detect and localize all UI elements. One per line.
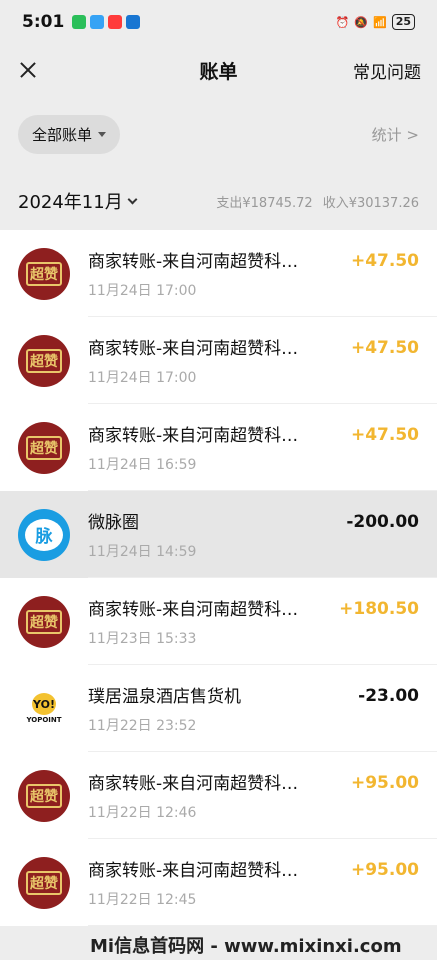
all-bills-label: 全部账单 (32, 125, 93, 144)
status-indicators: ⏰ 🔕 📶 25 (336, 14, 415, 30)
status-bar: 5:01 ⏰ 🔕 📶 25 (0, 0, 437, 44)
transaction-amount: +95.00 (350, 860, 419, 880)
transaction-row[interactable]: 脉微脉圈 11月24日 14:59 -200.00 (0, 491, 437, 578)
transaction-info: 商家转账-来自河南超赞科… 11月23日 15:33 (88, 595, 339, 648)
filter-row: 全部账单 统计 > (0, 96, 437, 172)
transaction-title: 商家转账-来自河南超赞科… (88, 600, 299, 620)
transaction-amount: +95.00 (350, 773, 419, 793)
top-nav: 账单 常见问题 (0, 44, 437, 96)
status-time: 5:01 (22, 12, 65, 32)
merchant-logo-icon: 超赞 (18, 334, 70, 387)
merchant-logo-icon: 超赞 (18, 595, 70, 648)
watermark: Mi信息首码网 - www.mixinxi.com (90, 936, 402, 957)
message-icon (90, 15, 105, 29)
transaction-amount: +180.50 (339, 599, 419, 619)
month-totals: 支出¥18745.72 收入¥30137.26 (216, 192, 419, 211)
transaction-time: 11月22日 12:45 (88, 892, 197, 908)
all-bills-filter[interactable]: 全部账单 (18, 114, 121, 154)
battery-indicator: 25 (391, 14, 415, 30)
expense-total: 支出¥18745.72 (216, 195, 313, 211)
transaction-time: 11月24日 14:59 (88, 544, 197, 560)
transaction-time: 11月22日 23:52 (88, 718, 197, 734)
alarm-icon: ⏰ (335, 15, 350, 29)
weimai-logo-icon: 脉 (18, 508, 70, 561)
transaction-info: 商家转账-来自河南超赞科… 11月24日 17:00 (88, 247, 351, 300)
transaction-title: 微脉圈 (88, 513, 139, 533)
row-divider (88, 925, 437, 926)
transaction-time: 11月22日 12:46 (88, 805, 197, 821)
transaction-amount: +47.50 (350, 338, 419, 358)
status-app-icons (72, 15, 141, 29)
month-label: 2024年11月 (18, 192, 123, 213)
transaction-time: 11月23日 15:33 (88, 631, 197, 647)
transaction-info: 商家转账-来自河南超赞科… 11月24日 16:59 (88, 421, 351, 474)
transaction-row[interactable]: 超赞 商家转账-来自河南超赞科… 11月22日 12:45 +95.00 (0, 839, 437, 926)
app-icon (108, 15, 123, 29)
transaction-title: 商家转账-来自河南超赞科… (88, 774, 299, 794)
chevron-down-icon (127, 194, 138, 204)
transaction-title: 璞居温泉酒店售货机 (88, 687, 241, 707)
dropdown-icon (98, 131, 107, 137)
transaction-row[interactable]: 超赞 商家转账-来自河南超赞科… 11月24日 16:59 +47.50 (0, 404, 437, 491)
transaction-amount: -200.00 (346, 512, 419, 532)
income-total: 收入¥30137.26 (322, 195, 419, 211)
transaction-info: 商家转账-来自河南超赞科… 11月22日 12:46 (88, 769, 351, 822)
transaction-info: 商家转账-来自河南超赞科… 11月24日 17:00 (88, 334, 351, 387)
stats-link[interactable]: 统计 > (372, 124, 419, 145)
transaction-info: 微脉圈 11月24日 14:59 (88, 508, 346, 561)
transaction-title: 商家转账-来自河南超赞科… (88, 339, 299, 359)
transaction-info: 璞居温泉酒店售货机 11月22日 23:52 (88, 682, 358, 735)
transaction-info: 商家转账-来自河南超赞科… 11月22日 12:45 (88, 856, 351, 909)
transaction-row[interactable]: 超赞 商家转账-来自河南超赞科… 11月24日 17:00 +47.50 (0, 317, 437, 404)
merchant-logo-icon: 超赞 (18, 856, 70, 909)
faq-link[interactable]: 常见问题 (353, 58, 421, 83)
transaction-amount: +47.50 (350, 425, 419, 445)
stats-label: 统计 > (371, 125, 419, 144)
transaction-row[interactable]: 超赞 商家转账-来自河南超赞科… 11月22日 12:46 +95.00 (0, 752, 437, 839)
transaction-row[interactable]: 超赞 商家转账-来自河南超赞科… 11月24日 17:00 +47.50 (0, 230, 437, 317)
close-icon[interactable] (16, 58, 40, 82)
merchant-logo-icon: 超赞 (18, 247, 70, 300)
merchant-logo-icon: 超赞 (18, 769, 70, 822)
merchant-logo-icon: 超赞 (18, 421, 70, 474)
transaction-title: 商家转账-来自河南超赞科… (88, 861, 299, 881)
wifi-icon: 📶 (372, 15, 387, 29)
wechat-icon (72, 15, 87, 29)
transaction-row[interactable]: 超赞 商家转账-来自河南超赞科… 11月23日 15:33 +180.50 (0, 578, 437, 665)
app-icon (126, 15, 141, 29)
month-selector[interactable]: 2024年11月 (18, 188, 138, 214)
transaction-title: 商家转账-来自河南超赞科… (88, 426, 299, 446)
transaction-time: 11月24日 16:59 (88, 457, 197, 473)
transaction-amount: +47.50 (350, 251, 419, 271)
transaction-list: 超赞 商家转账-来自河南超赞科… 11月24日 17:00 +47.50 超赞 商家转账-… (0, 230, 437, 926)
transaction-time: 11月24日 17:00 (88, 370, 197, 386)
month-row: 2024年11月 支出¥18745.72 收入¥30137.26 (0, 172, 437, 230)
transaction-amount: -23.00 (358, 686, 419, 706)
transaction-title: 商家转账-来自河南超赞科… (88, 252, 299, 272)
mute-icon: 🔕 (354, 15, 368, 29)
transaction-row[interactable]: YO! YOPOINT 璞居温泉酒店售货机 11月22日 23:52 -23.00 (0, 665, 437, 752)
transaction-time: 11月24日 17:00 (88, 283, 197, 299)
yopoint-logo-icon: YO! YOPOINT (18, 682, 70, 735)
